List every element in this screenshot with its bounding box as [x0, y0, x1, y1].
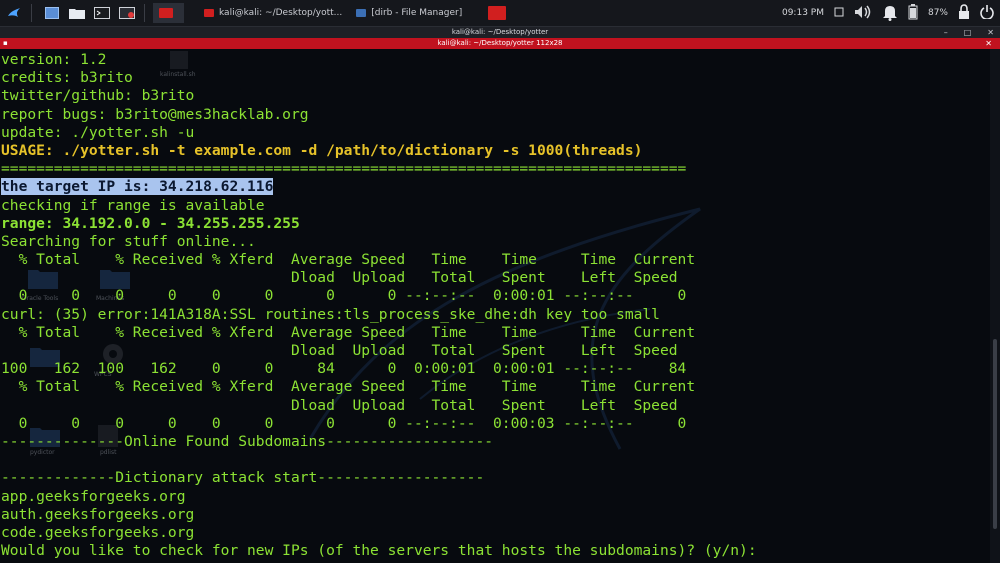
terminal-line-text: Dload Upload Total Spent Left Speed — [1, 342, 678, 359]
power-icon[interactable] — [980, 4, 994, 22]
terminal-line: auth.geeksforgeeks.org — [1, 506, 757, 524]
tab-title: kali@kali: ~/Desktop/yotter 112x28 — [437, 39, 563, 47]
folder-window-icon — [356, 9, 367, 17]
terminal-window-icon — [204, 9, 214, 17]
desktop-icon[interactable] — [41, 3, 63, 23]
close-icon[interactable]: ✕ — [987, 27, 994, 38]
terminal-line-text: Dload Upload Total Spent Left Speed — [1, 396, 678, 414]
taskbar-window-label: kali@kali: ~/Desktop/yott... — [219, 8, 343, 18]
maximize-icon[interactable]: □ — [964, 27, 972, 38]
terminal-line: update: ./yotter.sh -u — [1, 124, 757, 142]
taskbar-window-label: [dirb - File Manager] — [371, 8, 463, 18]
terminal-line-text: 100 162 100 162 0 0 84 0 0:00:01 0:00:01… — [1, 360, 687, 378]
terminal-line-text: % Total % Received % Xferd Average Speed… — [1, 251, 696, 269]
terminal-line-text: update: ./yotter.sh -u — [1, 123, 195, 141]
terminal-line-text: Searching for stuff online... — [1, 232, 256, 250]
terminal-line-text: % Total % Received % Xferd Average Speed… — [1, 378, 696, 396]
volume-icon[interactable] — [854, 4, 872, 23]
terminal-line-text: curl: (35) error:141A318A:SSL routines:t… — [1, 305, 660, 323]
system-tray: 09:13 PM 87% — [782, 0, 994, 26]
terminal-window-icon — [159, 8, 173, 18]
terminal-icon[interactable] — [91, 3, 113, 23]
taskbar-window-4[interactable] — [482, 3, 517, 23]
terminal-line: curl: (35) error:141A318A:SSL routines:t… — [1, 306, 757, 324]
terminal-line: 0 0 0 0 0 0 0 0 --:--:-- 0:00:01 --:--:-… — [1, 287, 757, 305]
terminal-line: Searching for stuff online... — [1, 233, 757, 251]
taskbar-window-3[interactable]: [dirb - File Manager] — [350, 3, 468, 23]
battery-icon[interactable] — [908, 3, 918, 23]
notification-bell-icon[interactable] — [882, 3, 898, 24]
terminal-line: Dload Upload Total Spent Left Speed — [1, 269, 757, 287]
terminal-line-text: Would you like to check for new IPs (of … — [1, 542, 757, 560]
terminal-line: Dload Upload Total Spent Left Speed — [1, 342, 757, 360]
kali-dragon-icon[interactable] — [3, 3, 25, 23]
terminal-line-text: the target IP is: 34.218.62.116 — [1, 178, 274, 196]
terminal-line-text: 0 0 0 0 0 0 0 0 --:--:-- 0:00:03 --:--:-… — [1, 414, 687, 432]
terminal-line-text: USAGE: ./yotter.sh -t example.com -d /pa… — [1, 141, 643, 159]
terminal-line-text: credits: b3rito — [1, 69, 133, 87]
separator — [144, 4, 145, 22]
tab-menu-icon[interactable]: ▪ — [3, 38, 8, 49]
separator — [31, 4, 32, 22]
top-panel: kali@kali: ~/Desktop/yott... [dirb - Fil… — [0, 0, 1000, 27]
terminal-line: 0 0 0 0 0 0 0 0 --:--:-- 0:00:03 --:--:-… — [1, 415, 757, 433]
terminal-line: report bugs: b3rito@mes3hacklab.org — [1, 106, 757, 124]
terminal-line-text: auth.geeksforgeeks.org — [1, 505, 195, 523]
terminal-line: version: 1.2 — [1, 51, 757, 69]
terminal-line: range: 34.192.0.0 - 34.255.255.255 — [1, 215, 757, 233]
terminal-line-text: checking if range is available — [1, 196, 265, 214]
terminal-line-text: -------------Dictionary attack start----… — [1, 469, 485, 487]
taskbar-window-2[interactable]: kali@kali: ~/Desktop/yott... — [198, 3, 348, 23]
terminal-line: --------------Online Found Subdomains---… — [1, 433, 757, 451]
terminal-line: Dload Upload Total Spent Left Speed — [1, 397, 757, 415]
terminal-line-text: Dload Upload Total Spent Left Speed — [1, 269, 678, 287]
terminal-line: code.geeksforgeeks.org — [1, 524, 757, 542]
terminal-line: % Total % Received % Xferd Average Speed… — [1, 251, 757, 269]
terminal-line: % Total % Received % Xferd Average Speed… — [1, 378, 757, 396]
terminal-tab-bar[interactable]: ▪ kali@kali: ~/Desktop/yotter 112x28 ✕ — [0, 38, 1000, 49]
window-titlebar[interactable]: kali@kali: ~/Desktop/yotter – □ ✕ — [0, 27, 1000, 38]
battery-percent: 87% — [927, 8, 948, 18]
file-manager-icon[interactable] — [66, 3, 88, 23]
tab-close-icon[interactable]: ✕ — [985, 38, 992, 49]
terminal-line-text: report bugs: b3rito@mes3hacklab.org — [1, 105, 309, 123]
terminal-line: app.geeksforgeeks.org — [1, 488, 757, 506]
screen-recorder-icon[interactable] — [116, 3, 138, 23]
terminal-line: -------------Dictionary attack start----… — [1, 469, 757, 487]
terminal-line: the target IP is: 34.218.62.116 — [1, 178, 757, 196]
minimize-icon[interactable]: – — [944, 27, 948, 38]
terminal-line-text: twitter/github: b3rito — [1, 87, 195, 105]
terminal-line: % Total % Received % Xferd Average Speed… — [1, 324, 757, 342]
terminal-line: credits: b3rito — [1, 69, 757, 87]
taskbar-window-1[interactable] — [153, 3, 184, 23]
scrollbar-thumb[interactable] — [993, 339, 997, 529]
lock-icon[interactable] — [958, 3, 970, 23]
terminal-line: Would you like to check for new IPs (of … — [1, 542, 757, 560]
terminal-line: checking if range is available — [1, 197, 757, 215]
scrollbar[interactable] — [990, 49, 1000, 563]
terminal-line-text: --------------Online Found Subdomains---… — [1, 432, 494, 450]
terminal-line: twitter/github: b3rito — [1, 87, 757, 105]
terminal-line-text: ========================================… — [1, 160, 687, 178]
terminal-line-text: % Total % Received % Xferd Average Speed… — [1, 323, 696, 341]
terminal-line-text: range: 34.192.0.0 - 34.255.255.255 — [1, 214, 300, 232]
terminal-line-text: version: 1.2 — [1, 51, 107, 68]
window-icon[interactable] — [834, 7, 844, 20]
terminal-line-text: code.geeksforgeeks.org — [1, 523, 195, 541]
terminal-lines: version: 1.2 credits: b3rito twitter/githu… — [1, 51, 757, 560]
clock[interactable]: 09:13 PM — [782, 8, 824, 18]
terminal-line-text: app.geeksforgeeks.org — [1, 487, 186, 505]
terminal-output[interactable]: kalinstall.sh Oracle Tools Machines WPCS… — [0, 49, 990, 563]
window-title: kali@kali: ~/Desktop/yotter — [451, 28, 549, 36]
terminal-line-text: 0 0 0 0 0 0 0 0 --:--:-- 0:00:01 --:--:-… — [1, 287, 687, 305]
terminal-line: ========================================… — [1, 160, 757, 178]
terminal-line: USAGE: ./yotter.sh -t example.com -d /pa… — [1, 142, 757, 160]
terminal-window-icon — [488, 6, 507, 20]
terminal-line: 100 162 100 162 0 0 84 0 0:00:01 0:00:01… — [1, 360, 757, 378]
